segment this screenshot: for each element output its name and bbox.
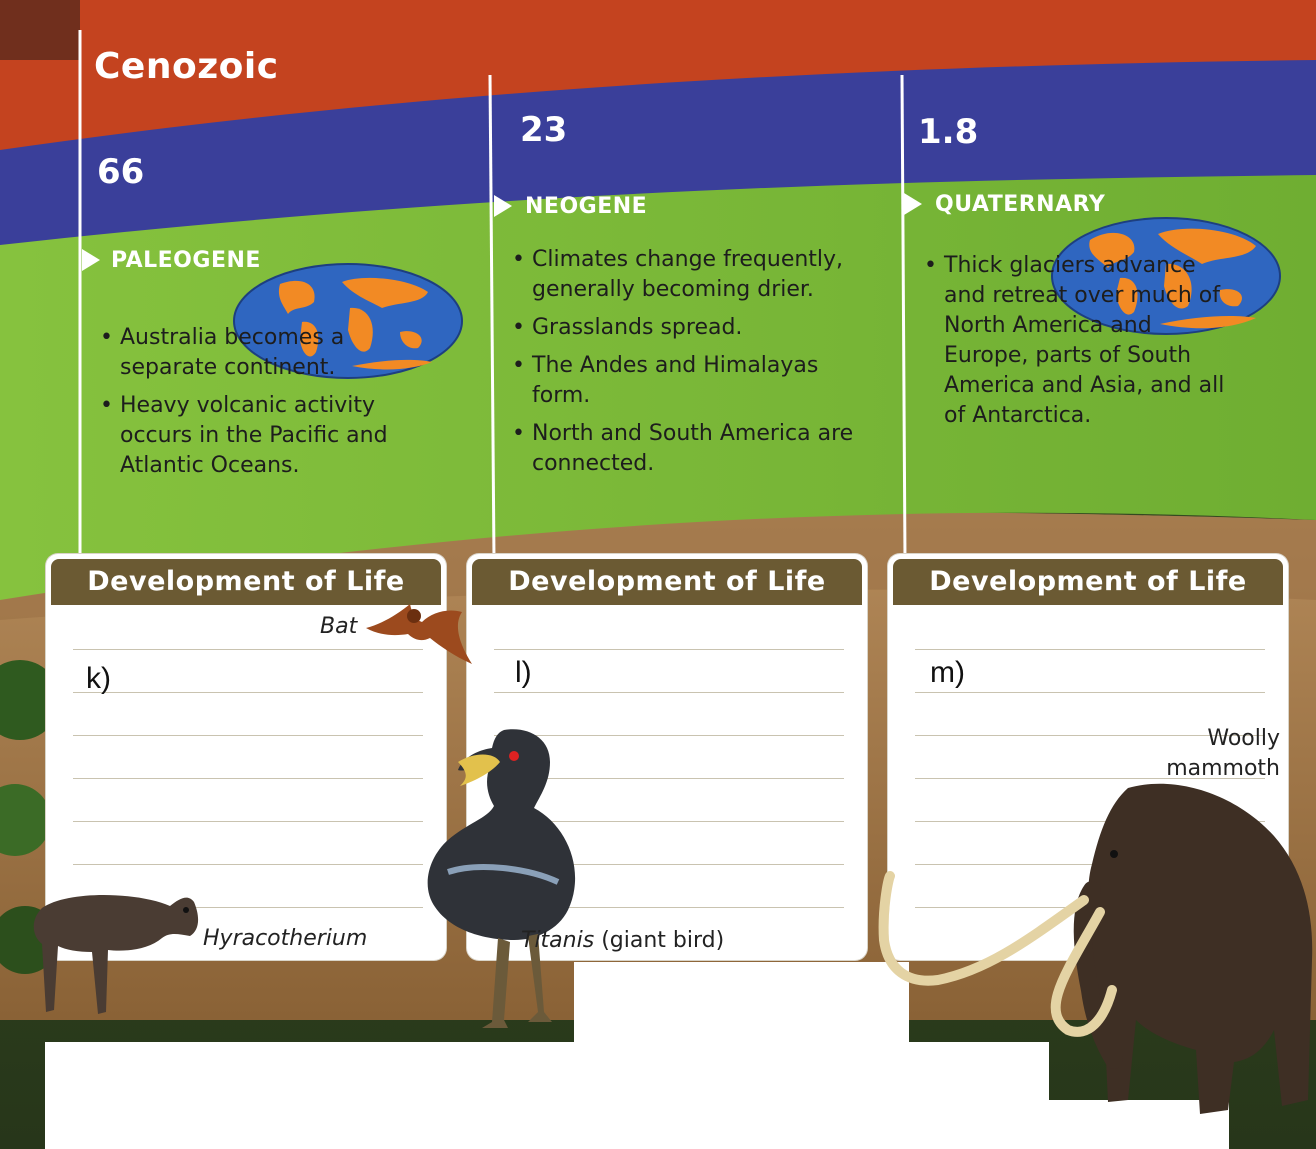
paleogene-arrow-icon [82, 249, 100, 271]
fact-item: Australia becomes a separate continent. [98, 323, 438, 383]
era-title: Cenozoic [94, 46, 279, 87]
neogene-name: NEOGENE [525, 194, 648, 219]
card-heading: Development of Life [472, 559, 862, 605]
quaternary-facts: Thick glaciers advance and retreat over … [922, 251, 1232, 439]
mammoth-icon [878, 783, 1313, 1114]
fact-item: Heavy volcanic activity occurs in the Pa… [98, 391, 438, 481]
fact-item: Thick glaciers advance and retreat over … [922, 251, 1232, 431]
mammoth-caption: Woolly mammoth [1166, 726, 1280, 781]
titanis-icon [427, 729, 576, 1028]
hyracotherium-caption: Hyracotherium [203, 926, 368, 951]
card-heading: Development of Life [893, 559, 1283, 605]
quaternary-arrow-icon [904, 193, 922, 215]
blank-area-center [574, 962, 909, 1042]
neogene-start: 23 [520, 110, 568, 150]
titanis-caption: Titanis (giant bird) [521, 928, 725, 953]
bat-icon [366, 604, 472, 664]
fact-item: Grasslands spread. [510, 313, 880, 343]
answer-label-k: k) [86, 662, 111, 695]
quaternary-name: QUATERNARY [935, 192, 1106, 217]
answer-label-m: m) [930, 656, 965, 689]
hyracotherium-icon [33, 895, 199, 1014]
fact-item: Climates change frequently, generally be… [510, 245, 880, 305]
paleogene-facts: Australia becomes a separate continent. … [98, 323, 438, 489]
answer-label-l: l) [515, 656, 532, 689]
paleogene-start: 66 [97, 152, 145, 192]
fact-item: North and South America are connected. [510, 419, 880, 479]
quaternary-start: 1.8 [918, 112, 979, 152]
neogene-facts: Climates change frequently, generally be… [510, 245, 880, 487]
bat-caption: Bat [320, 614, 358, 639]
neogene-arrow-icon [494, 195, 512, 217]
fact-item: The Andes and Himalayas form. [510, 351, 880, 411]
